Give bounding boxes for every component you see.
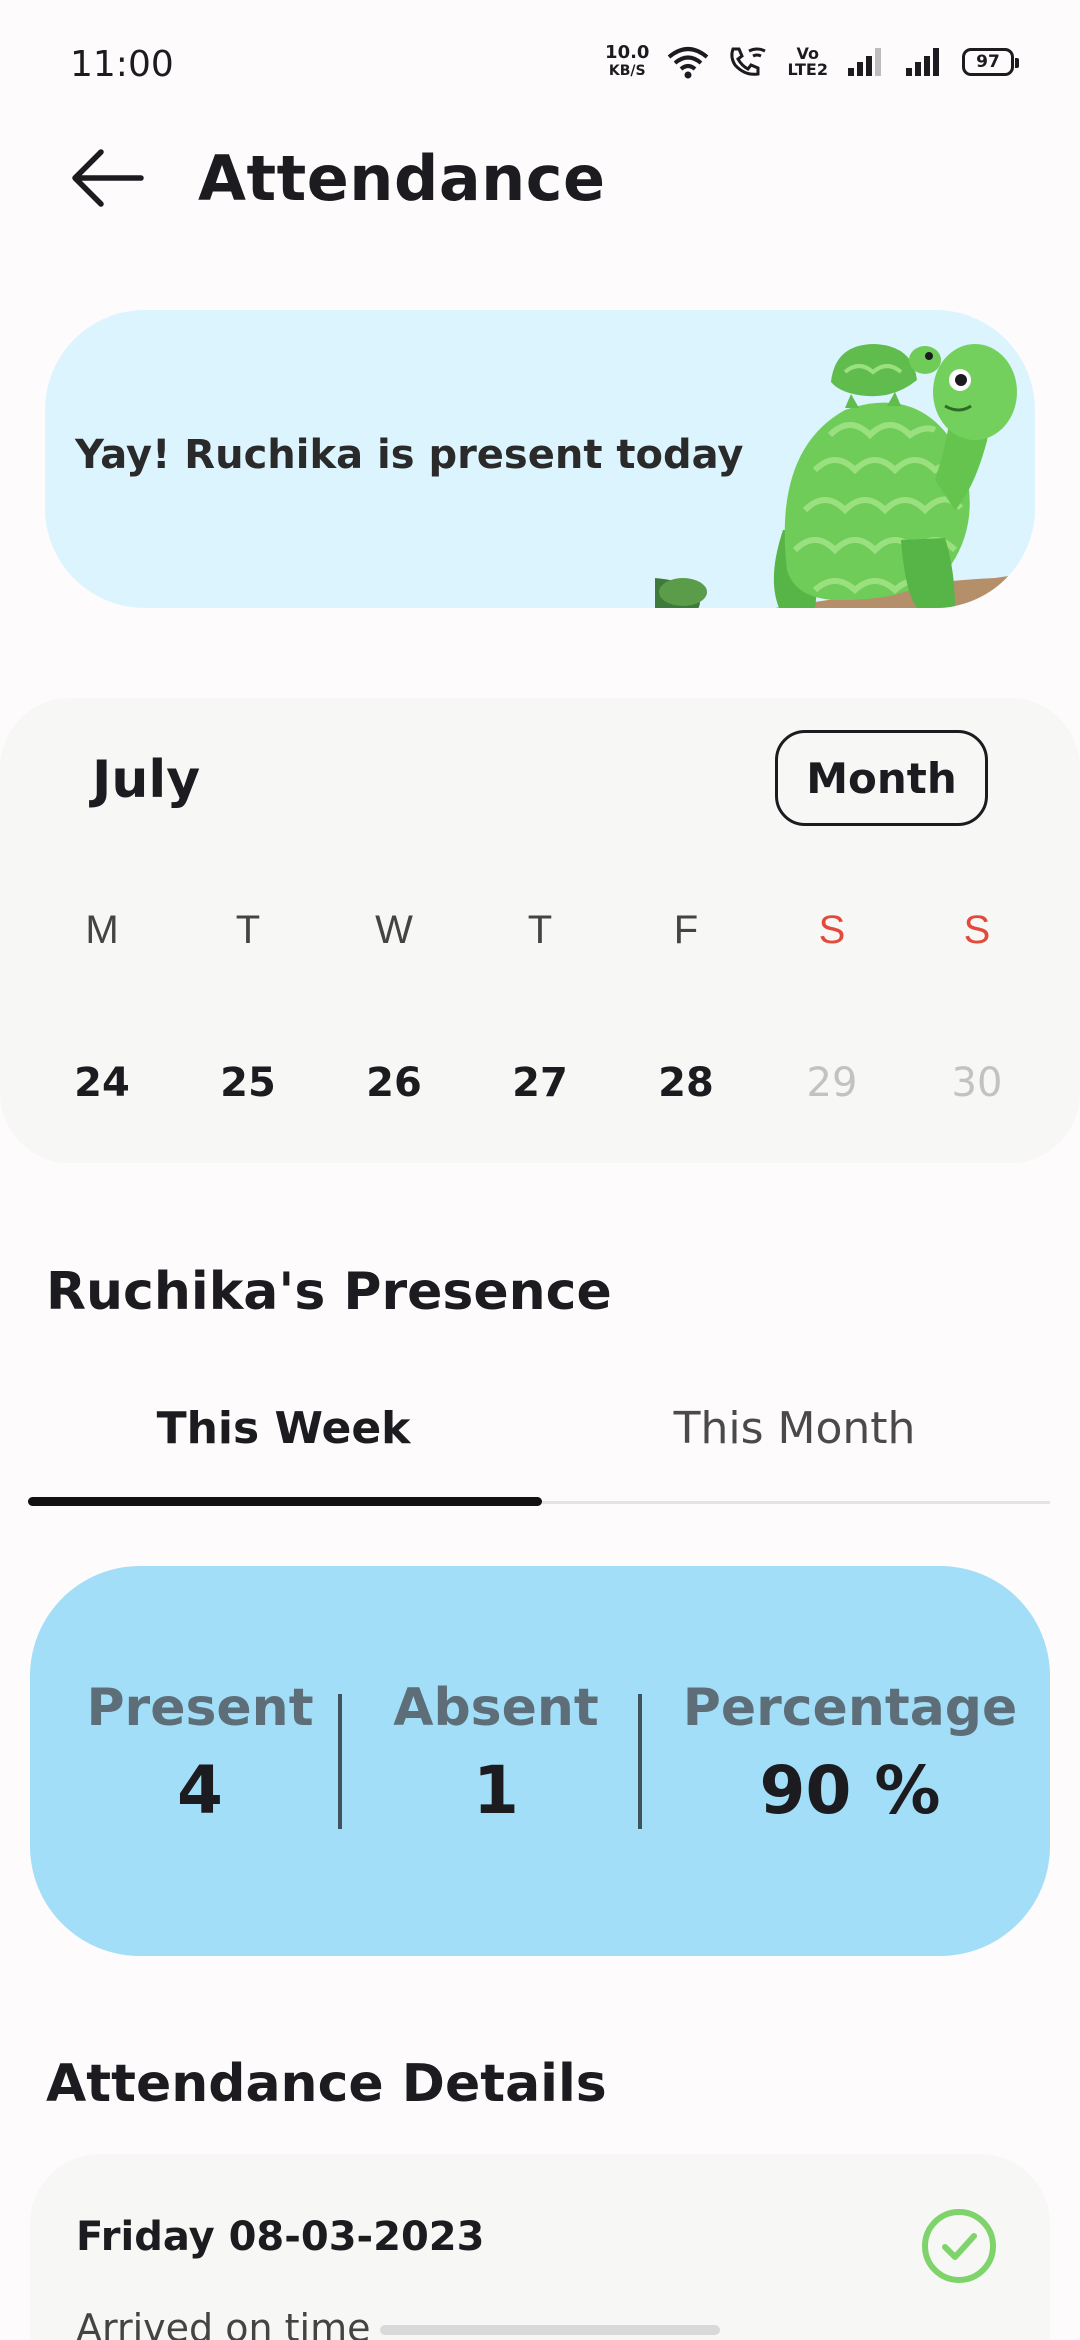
wifi-calling-icon	[727, 45, 769, 79]
attendance-detail-item[interactable]: Friday 08-03-2023 Arrived on time	[30, 2154, 1050, 2340]
date-cell[interactable]: 28	[626, 1060, 746, 1106]
wifi-icon	[667, 45, 709, 79]
attendance-stats-card: Present 4 Absent 1 Percentage 90 %	[30, 1566, 1050, 1956]
battery-icon: 97	[962, 48, 1019, 76]
date-cell: 30	[951, 1060, 1003, 1106]
detail-date: Friday 08-03-2023	[76, 2214, 485, 2260]
absent-label: Absent	[393, 1678, 599, 1738]
weekday-wednesday: W	[375, 908, 413, 952]
date-cell[interactable]: 26	[334, 1060, 454, 1106]
turtle-illustration	[655, 344, 1035, 608]
month-view-button[interactable]: Month	[775, 730, 988, 826]
presence-banner: Yay! Ruchika is present today	[45, 310, 1035, 608]
percentage-value: 90 %	[759, 1752, 941, 1829]
presence-tabs: This Week This Month	[28, 1385, 1050, 1507]
page-title: Attendance	[198, 142, 606, 215]
status-bar: 11:00 10.0 KB/S Vo LTE2 97	[0, 0, 1080, 130]
network-speed-value: 10.0	[605, 42, 650, 63]
tab-this-month[interactable]: This Month	[539, 1385, 1050, 1507]
week-calendar: July Month M T W T F S S 24 25 26 27 28 …	[0, 698, 1080, 1163]
volte-indicator: Vo LTE2	[787, 46, 828, 78]
weekday-monday: M	[85, 908, 119, 952]
weekday-sunday: S	[963, 908, 991, 952]
detail-status: Arrived on time	[76, 2306, 371, 2340]
date-cell[interactable]: 25	[188, 1060, 308, 1106]
check-circle-icon	[919, 2206, 999, 2290]
weekday-saturday: S	[818, 908, 846, 952]
status-time: 11:00	[70, 44, 174, 85]
weekday-tuesday: T	[235, 908, 261, 952]
home-indicator[interactable]	[380, 2325, 720, 2335]
date-cell[interactable]: 27	[480, 1060, 600, 1106]
arrow-left-icon	[69, 148, 145, 212]
stat-percentage: Percentage 90 %	[650, 1678, 1050, 1829]
status-icons: 10.0 KB/S Vo LTE2 97	[605, 44, 1019, 80]
stat-absent: Absent 1	[346, 1678, 646, 1829]
banner-message: Yay! Ruchika is present today	[75, 432, 744, 478]
date-cell[interactable]: 24	[42, 1060, 162, 1106]
tab-this-week[interactable]: This Week	[28, 1385, 539, 1507]
signal-icon	[846, 46, 886, 78]
active-tab-indicator	[28, 1497, 542, 1506]
stat-divider	[638, 1694, 642, 1829]
weekday-thursday: T	[527, 908, 553, 952]
app-bar: Attendance	[0, 130, 1080, 230]
stat-divider	[338, 1694, 342, 1829]
network-speed: 10.0 KB/S	[605, 44, 649, 80]
date-cell: 29	[806, 1060, 858, 1106]
back-button[interactable]	[62, 140, 152, 220]
volte-bottom: LTE2	[787, 60, 828, 79]
percentage-label: Percentage	[682, 1678, 1018, 1738]
signal-icon-2	[904, 46, 944, 78]
presence-title: Ruchika's Presence	[46, 1262, 612, 1322]
absent-value: 1	[473, 1752, 519, 1829]
calendar-month: July	[92, 750, 201, 810]
network-speed-unit: KB/S	[608, 63, 646, 79]
weekday-friday: F	[673, 908, 699, 952]
details-title: Attendance Details	[46, 2054, 607, 2114]
